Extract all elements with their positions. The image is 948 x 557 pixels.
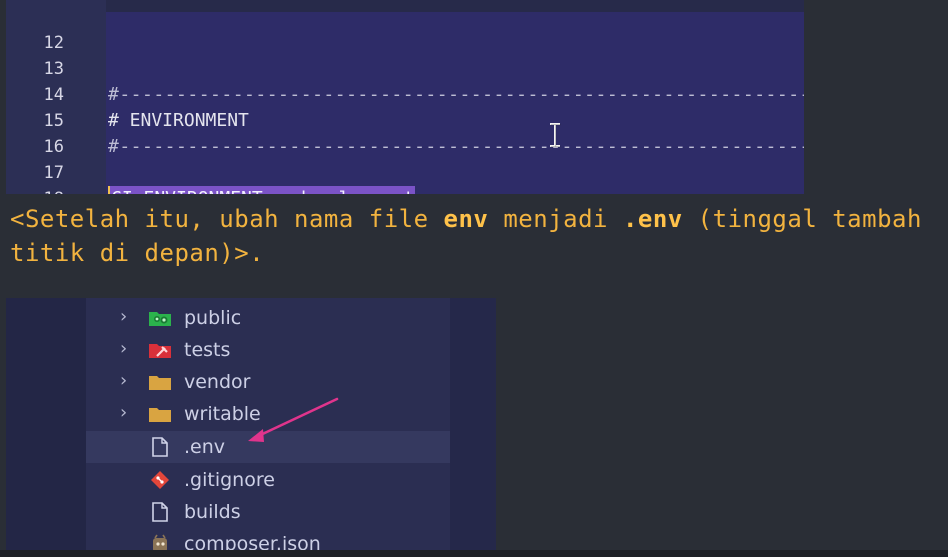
caption-filename: .env	[622, 205, 683, 233]
git-icon	[151, 471, 169, 489]
tree-item-label: .gitignore	[184, 469, 275, 491]
tree-item-vendor[interactable]: › vendor	[86, 366, 450, 398]
chevron-right-icon[interactable]: ›	[120, 366, 136, 398]
editor-edge	[450, 298, 496, 550]
tree-item-builds[interactable]: builds	[86, 496, 450, 528]
code-line: 19 #	[6, 184, 804, 194]
tree-item-label: .env	[184, 436, 226, 458]
folder-icon	[149, 376, 171, 390]
chevron-right-icon[interactable]: ›	[120, 398, 136, 430]
page: 12 13 #---------------------------------…	[0, 0, 948, 557]
code-line: 15 #------------------------------------…	[6, 82, 804, 157]
tree-item-label: tests	[184, 339, 231, 361]
bottom-strip	[0, 550, 948, 557]
code-editor: 12 13 #---------------------------------…	[6, 0, 804, 194]
file-icon	[152, 437, 168, 457]
public-folder-icon	[149, 312, 171, 326]
annotation-arrow-icon	[248, 397, 339, 442]
tree-item-label: vendor	[184, 371, 251, 393]
instruction-caption: <Setelah itu, ubah nama file env menjadi…	[10, 202, 940, 270]
activity-rail	[6, 298, 86, 550]
caption-text: <Setelah itu, ubah nama file	[10, 205, 444, 233]
code-line: 18	[6, 160, 804, 194]
tree-item-label: builds	[184, 501, 241, 523]
file-icon	[152, 502, 168, 522]
folder-icon	[149, 408, 171, 422]
code-line: 12	[6, 4, 804, 53]
chevron-right-icon[interactable]: ›	[120, 302, 136, 334]
code-line: 13 #------------------------------------…	[6, 30, 804, 105]
tree-item-label: composer.json	[184, 533, 321, 550]
caption-text: menjadi	[488, 205, 623, 233]
caption-filename: env	[443, 205, 489, 233]
text-cursor-icon	[550, 123, 561, 148]
composer-icon	[153, 534, 167, 550]
tree-item-gitignore[interactable]: .gitignore	[86, 464, 450, 496]
code-line: 14 # ENVIRONMENT	[6, 56, 804, 131]
tree-item-composer-json[interactable]: composer.json	[86, 528, 450, 550]
tests-folder-icon	[149, 344, 171, 358]
code-line-highlighted: 17 CI_ENVIRONMENT = development	[6, 134, 804, 194]
tree-item-label: public	[184, 307, 242, 329]
tree-item-public[interactable]: › public	[86, 302, 450, 334]
code-line: 16	[6, 108, 804, 157]
tree-item-tests[interactable]: › tests	[86, 334, 450, 366]
chevron-right-icon[interactable]: ›	[120, 334, 136, 366]
